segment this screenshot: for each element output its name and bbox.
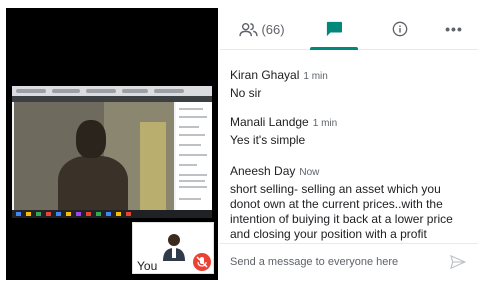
self-label: You: [137, 259, 158, 273]
meeting-window: You (66) ••• Kiran Ghayal 1 min No sir M…: [0, 0, 483, 282]
message-time: Now: [299, 167, 320, 178]
active-tab-indicator: [310, 47, 358, 50]
message-time: 1 min: [303, 71, 328, 82]
shared-chat-panel: [176, 102, 212, 210]
chat-message: Aneesh Day Now short selling- selling an …: [230, 162, 472, 242]
message-sender: Kiran Ghayal: [230, 68, 300, 82]
tab-chat[interactable]: [306, 8, 362, 50]
side-panel: (66) ••• Kiran Ghayal 1 min No sir Manal…: [220, 8, 478, 280]
message-text: Yes it's simple: [230, 133, 306, 147]
panel-tabs: (66) •••: [220, 8, 478, 50]
message-text: No sir: [230, 86, 262, 100]
chat-message: Kiran Ghayal 1 min No sir: [230, 66, 472, 101]
mic-off-icon[interactable]: [193, 253, 211, 271]
message-sender: Manali Landge: [230, 115, 309, 129]
message-time: 1 min: [312, 118, 338, 129]
tab-info[interactable]: [380, 8, 420, 50]
browser-tab-bar: [12, 86, 212, 96]
chat-icon: [326, 21, 342, 37]
presenter-video: [14, 102, 174, 210]
chat-message: Manali Landge 1 min Yes it's simple: [230, 113, 472, 148]
message-text: short selling- selling an asset which yo…: [230, 182, 453, 241]
message-composer[interactable]: Send a message to everyone here: [220, 243, 478, 280]
taskbar: [12, 210, 212, 218]
info-icon: [392, 21, 408, 37]
more-icon[interactable]: •••: [434, 8, 474, 50]
people-icon: [239, 22, 259, 36]
message-sender: Aneesh Day: [230, 164, 296, 178]
participant-count: (66): [261, 21, 285, 37]
send-icon[interactable]: [450, 255, 466, 269]
tab-people[interactable]: (66): [226, 8, 298, 50]
self-avatar: [163, 234, 185, 261]
message-input[interactable]: Send a message to everyone here: [230, 256, 398, 268]
video-stage: You: [6, 8, 218, 280]
shared-screen-thumbnail[interactable]: [12, 86, 212, 218]
self-video-tile[interactable]: You: [132, 222, 214, 274]
